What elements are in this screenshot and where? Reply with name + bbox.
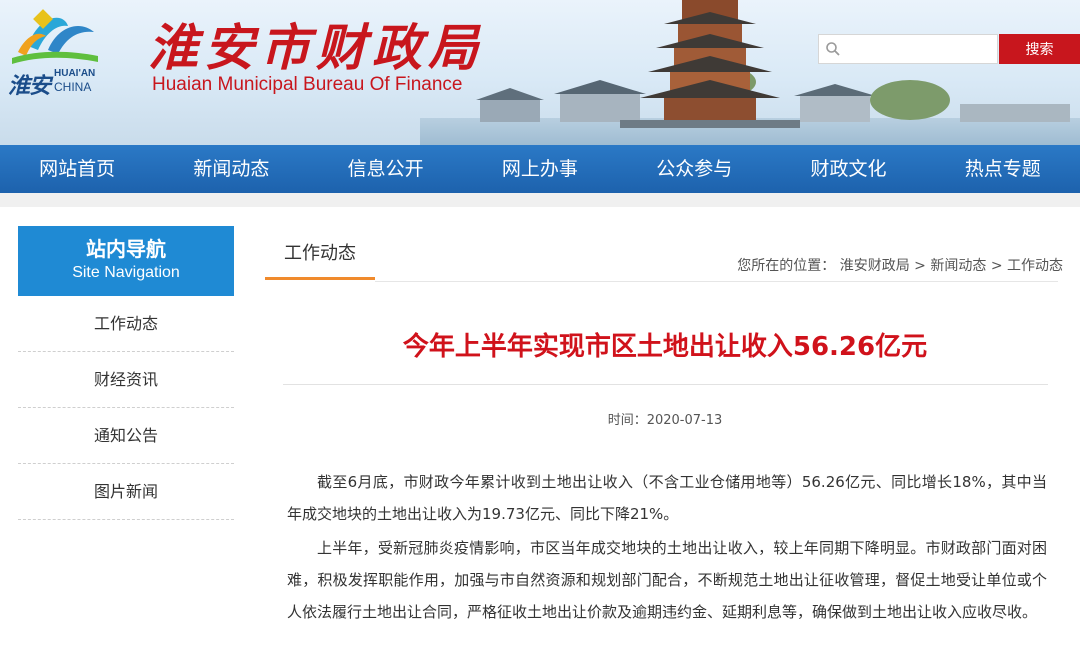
breadcrumb: 您所在的位置： 淮安财政局 > 新闻动态 > 工作动态	[737, 255, 1063, 275]
article-body: 截至6月底，市财政今年累计收到土地出让收入（不含工业仓储用地等）56.26亿元、…	[287, 466, 1047, 632]
sidebar-title-cn: 站内导航	[86, 237, 166, 261]
sidebar-item-notices[interactable]: 通知公告	[18, 408, 234, 464]
nav-item-online-services[interactable]: 网上办事	[463, 145, 617, 193]
article-title: 今年上半年实现市区土地出让收入56.26亿元	[402, 332, 928, 362]
breadcrumb-item-work-news[interactable]: 工作动态	[1007, 258, 1063, 274]
nav-item-info-disclosure[interactable]: 信息公开	[309, 145, 463, 193]
search-icon	[826, 42, 840, 56]
breadcrumb-prefix: 您所在的位置：	[737, 258, 836, 274]
section-tab-title[interactable]: 工作动态	[265, 240, 375, 280]
breadcrumb-separator: >	[990, 258, 1003, 274]
nav-sub-band	[0, 193, 1080, 207]
sidebar-header: 站内导航 Site Navigation	[18, 226, 234, 296]
city-logo-cn: 淮安	[8, 73, 51, 99]
sidebar: 站内导航 Site Navigation 工作动态 财经资讯 通知公告 图片新闻	[18, 226, 234, 520]
site-header: 淮安 HUAI'AN CHINA 淮安市财政局 Huaian Municipal…	[0, 0, 1080, 145]
nav-item-public-participation[interactable]: 公众参与	[617, 145, 771, 193]
sidebar-title-en: Site Navigation	[72, 264, 180, 281]
search-input[interactable]	[845, 38, 995, 60]
article-title-divider	[283, 384, 1048, 385]
article-paragraph: 上半年，受新冠肺炎疫情影响，市区当年成交地块的土地出让收入，较上年同期下降明显。…	[287, 539, 1047, 621]
huaian-city-logo-icon	[12, 9, 98, 64]
site-title-cn: 淮安市财政局	[148, 18, 484, 77]
city-logo-text: 淮安 HUAI'AN CHINA	[8, 64, 108, 99]
section-divider	[375, 281, 1058, 282]
nav-item-finance-culture[interactable]: 财政文化	[771, 145, 925, 193]
nav-item-news[interactable]: 新闻动态	[154, 145, 308, 193]
main-nav: 网站首页 新闻动态 信息公开 网上办事 公众参与 财政文化 热点专题	[0, 145, 1080, 193]
site-title-en: Huaian Municipal Bureau Of Finance	[152, 74, 463, 95]
breadcrumb-separator: >	[914, 258, 926, 274]
sidebar-item-finance-info[interactable]: 财经资讯	[18, 352, 234, 408]
nav-item-home[interactable]: 网站首页	[0, 145, 154, 193]
article-date: 时间：2020-07-13	[607, 413, 723, 428]
article-paragraph: 截至6月底，市财政今年累计收到土地出让收入（不含工业仓储用地等）56.26亿元、…	[287, 473, 1047, 523]
search-button[interactable]: 搜索	[999, 34, 1080, 64]
search-box	[818, 34, 998, 64]
city-logo-en-2: CHINA	[54, 80, 92, 94]
breadcrumb-item-news[interactable]: 新闻动态	[930, 258, 986, 274]
pagoda-illustration	[620, 0, 800, 128]
city-logo-en-1: HUAI'AN	[54, 68, 96, 79]
nav-item-hot-topics[interactable]: 热点专题	[926, 145, 1080, 193]
sidebar-item-photo-news[interactable]: 图片新闻	[18, 464, 234, 520]
sidebar-item-work-news[interactable]: 工作动态	[18, 296, 234, 352]
main-content: 工作动态 您所在的位置： 淮安财政局 > 新闻动态 > 工作动态 今年上半年实现…	[265, 226, 1080, 665]
breadcrumb-item-home[interactable]: 淮安财政局	[840, 258, 910, 274]
